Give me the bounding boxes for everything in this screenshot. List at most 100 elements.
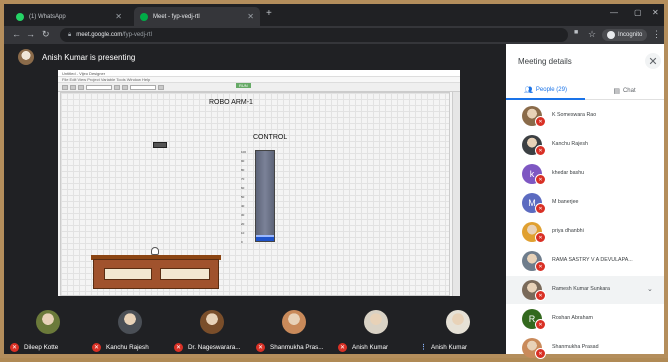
robo-arm-title: ROBO ARM-1	[209, 99, 253, 106]
participant-tile[interactable]: ⋮ Anish Kumar	[416, 296, 498, 354]
person-name: priya dhanbhi	[552, 228, 584, 234]
tab-title: (1) WhatsApp	[29, 13, 66, 20]
reload-icon[interactable]: ↻	[42, 29, 50, 40]
participant-tile[interactable]: ✕ Dr. Nageswarara...	[170, 296, 252, 354]
people-list-item[interactable]: ✕ RAMA SASTRY V A DEVULAPA...	[506, 247, 664, 275]
screenshot-frame: (1) WhatsApp ✕ Meet - fyp-vedj-rtl ✕ + —…	[0, 0, 668, 359]
presenter-bar: Anish Kumar is presenting	[4, 44, 506, 70]
star-icon[interactable]: ☆	[588, 29, 596, 40]
mic-off-icon: ✕	[535, 145, 546, 156]
scale-mark: 50	[241, 195, 245, 199]
toolbar-icon	[78, 84, 84, 90]
participant-tile[interactable]: ✕ Kanchu Rajesh	[88, 296, 170, 354]
toolbar-icon	[114, 84, 120, 90]
forward-icon[interactable]: →	[26, 29, 35, 39]
close-panel-button[interactable]: ✕	[645, 53, 661, 69]
back-icon[interactable]: ←	[12, 29, 21, 39]
shared-toolbar	[58, 83, 460, 92]
people-list-item[interactable]: ✕ K Someswara Rao	[506, 102, 664, 130]
participant-tile[interactable]: ✕ Dileep Kotte	[6, 296, 88, 354]
mic-off-icon: ✕	[535, 116, 546, 127]
participant-tile[interactable]: ✕ Anish Kumar	[334, 296, 416, 354]
mic-off-icon: ✕	[92, 343, 101, 352]
tab-people-label: People (29)	[535, 87, 567, 93]
camera-icon[interactable]: ■	[574, 29, 578, 36]
meet-icon	[140, 12, 148, 21]
mic-off-icon: ✕	[535, 319, 546, 330]
scale-mark: 20	[241, 222, 245, 226]
level-tank	[255, 150, 275, 242]
participant-name-row: ✕ Dileep Kotte	[10, 343, 58, 352]
tab-chat-label: Chat	[622, 87, 636, 94]
scale-mark: 80	[241, 168, 245, 172]
tab-meet[interactable]: Meet - fyp-vedj-rtl ✕	[134, 7, 260, 26]
chat-icon: ▤	[613, 87, 620, 95]
people-list-item[interactable]: ✕ priya dhanbhi	[506, 218, 664, 246]
people-list-item[interactable]: M ✕ M banerjee	[506, 189, 664, 217]
scale-mark: 10	[241, 231, 245, 235]
participant-avatar	[282, 310, 306, 334]
scale-mark: 60	[241, 186, 245, 190]
tab-people[interactable]: 👥︎ People (29)	[506, 82, 585, 100]
person-name: Ramesh Kumar Sunkara	[552, 286, 610, 292]
incognito-label: Incognito	[618, 32, 643, 38]
people-list-item[interactable]: k ✕ khedar bashu	[506, 160, 664, 188]
participant-avatar	[364, 310, 388, 334]
participant-name: Shanmukha Pras...	[270, 344, 324, 351]
toolbar-icon	[62, 84, 68, 90]
shared-scrollbar	[452, 92, 460, 296]
address-bar[interactable]: 🔒︎ meet.google.com /fyp-vedj-rtl	[60, 28, 568, 42]
tab-title: Meet - fyp-vedj-rtl	[153, 13, 200, 20]
people-list-item[interactable]: R ✕ Roshan Abraham	[506, 305, 664, 333]
participant-name-row: ✕ Kanchu Rajesh	[92, 343, 149, 352]
participant-name: Dileep Kotte	[24, 344, 59, 351]
incognito-badge[interactable]: Incognito	[602, 29, 648, 41]
incognito-icon	[607, 31, 615, 39]
tab-chat[interactable]: ▤ Chat	[585, 82, 664, 100]
maximize-button[interactable]: ▢	[634, 8, 642, 17]
mic-off-icon: ✕	[10, 343, 19, 352]
window-close-button[interactable]: ✕	[652, 8, 659, 17]
browser-toolbar: ← → ↻ 🔒︎ meet.google.com /fyp-vedj-rtl ■…	[4, 26, 664, 44]
hmi-canvas: ROBO ARM-1 CONTROL 100 90 80 70 60 50 40 30 20 10…	[60, 92, 450, 296]
control-label: CONTROL	[253, 134, 288, 141]
lock-icon: 🔒︎	[68, 31, 72, 38]
people-list-item[interactable]: ✕ Kanchu Rajesh	[506, 131, 664, 159]
minimize-button[interactable]: —	[610, 8, 618, 17]
participant-name-row: ✕ Anish Kumar	[338, 343, 388, 352]
participant-avatar	[200, 310, 224, 334]
person-name: M banerjee	[552, 199, 579, 205]
participant-name-row: ⋮ Anish Kumar	[420, 343, 467, 352]
tab-whatsapp[interactable]: (1) WhatsApp ✕	[10, 7, 128, 26]
close-icon[interactable]: ✕	[115, 12, 122, 21]
participant-avatar	[36, 310, 60, 334]
scale-mark: 40	[241, 204, 245, 208]
close-icon: ✕	[648, 55, 658, 68]
mic-off-icon: ✕	[174, 343, 183, 352]
menu-icon[interactable]: ⋮	[652, 29, 661, 40]
chevron-down-icon[interactable]: ⌄	[647, 285, 653, 293]
people-list-item[interactable]: ✕ Ramesh Kumar Sunkara ⌄	[506, 276, 664, 304]
tank-level-fill	[256, 234, 274, 241]
scale-mark: 70	[241, 177, 245, 181]
person-name: khedar bashu	[552, 170, 585, 176]
toolbar-icon	[122, 84, 128, 90]
lamp-graphic	[151, 247, 159, 255]
shelf-slot	[160, 268, 210, 280]
toolbar-field	[86, 84, 112, 90]
people-icon: 👥︎	[524, 87, 533, 94]
new-tab-button[interactable]: +	[266, 8, 272, 19]
url-host: meet.google.com	[76, 32, 123, 38]
mic-off-icon: ✕	[256, 343, 265, 352]
mic-off-icon: ✕	[535, 203, 546, 214]
browser-tab-strip: (1) WhatsApp ✕ Meet - fyp-vedj-rtl ✕ + —…	[4, 4, 664, 26]
participant-tile[interactable]: ✕ Shanmukha Pras...	[252, 296, 334, 354]
mic-off-icon: ✕	[338, 343, 347, 352]
shared-screen: Untitled - Vijeo Designer File Edit View…	[58, 70, 460, 296]
close-icon[interactable]: ✕	[247, 12, 254, 21]
person-name: RAMA SASTRY V A DEVULAPA...	[552, 257, 633, 263]
person-name: Kanchu Rajesh	[552, 141, 588, 147]
gripper-graphic	[153, 142, 167, 148]
toolbar-field	[130, 84, 156, 90]
participant-name-row: ✕ Dr. Nageswarara...	[174, 343, 241, 352]
